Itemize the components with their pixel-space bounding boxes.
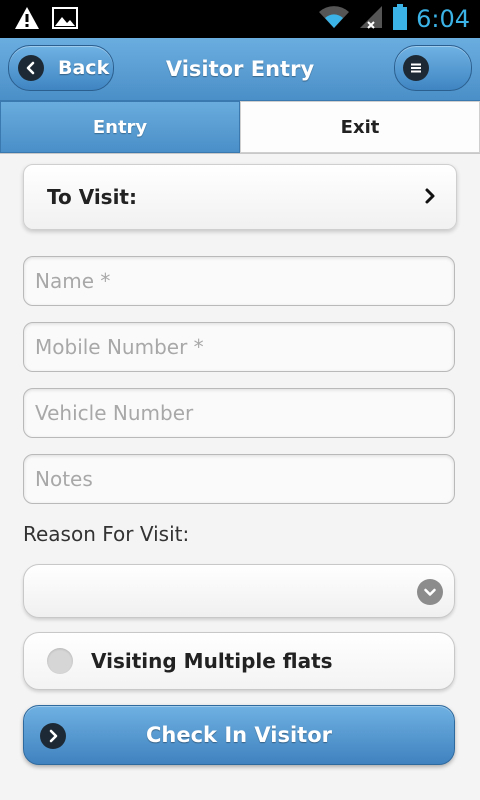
radio-button[interactable] [47,648,73,674]
menu-button[interactable] [394,45,472,91]
check-in-visitor-button[interactable]: Check In Visitor [23,705,455,765]
vehicle-number-input[interactable] [23,388,455,438]
chevron-down-icon [417,579,443,605]
tab-exit[interactable]: Exit [240,101,480,153]
tab-bar: Entry Exit [0,101,480,154]
chevron-left-icon [18,55,44,81]
reason-for-visit-select[interactable] [23,564,455,618]
battery-icon [392,3,408,35]
to-visit-selector[interactable]: To Visit: [23,164,457,230]
header-bar: Visitor Entry Back [0,38,480,101]
chevron-right-icon [424,187,436,209]
warning-icon [14,6,40,34]
back-button[interactable]: Back [8,45,114,91]
notes-input[interactable] [23,454,455,504]
reason-for-visit-label: Reason For Visit: [23,522,190,546]
clock: 6:04 [416,5,470,33]
tab-entry[interactable]: Entry [0,101,240,153]
name-input[interactable] [23,256,455,306]
hamburger-menu-icon [403,55,429,81]
visiting-multiple-flats-label: Visiting Multiple flats [91,649,333,673]
signal-icon [358,4,384,34]
wifi-icon [318,4,350,34]
visiting-multiple-flats-toggle[interactable]: Visiting Multiple flats [23,632,455,690]
back-button-label: Back [58,57,110,79]
check-in-visitor-label: Check In Visitor [145,723,332,747]
mobile-number-input[interactable] [23,322,455,372]
status-bar: 6:04 [0,0,480,38]
to-visit-label: To Visit: [47,185,137,209]
image-icon [52,6,78,34]
